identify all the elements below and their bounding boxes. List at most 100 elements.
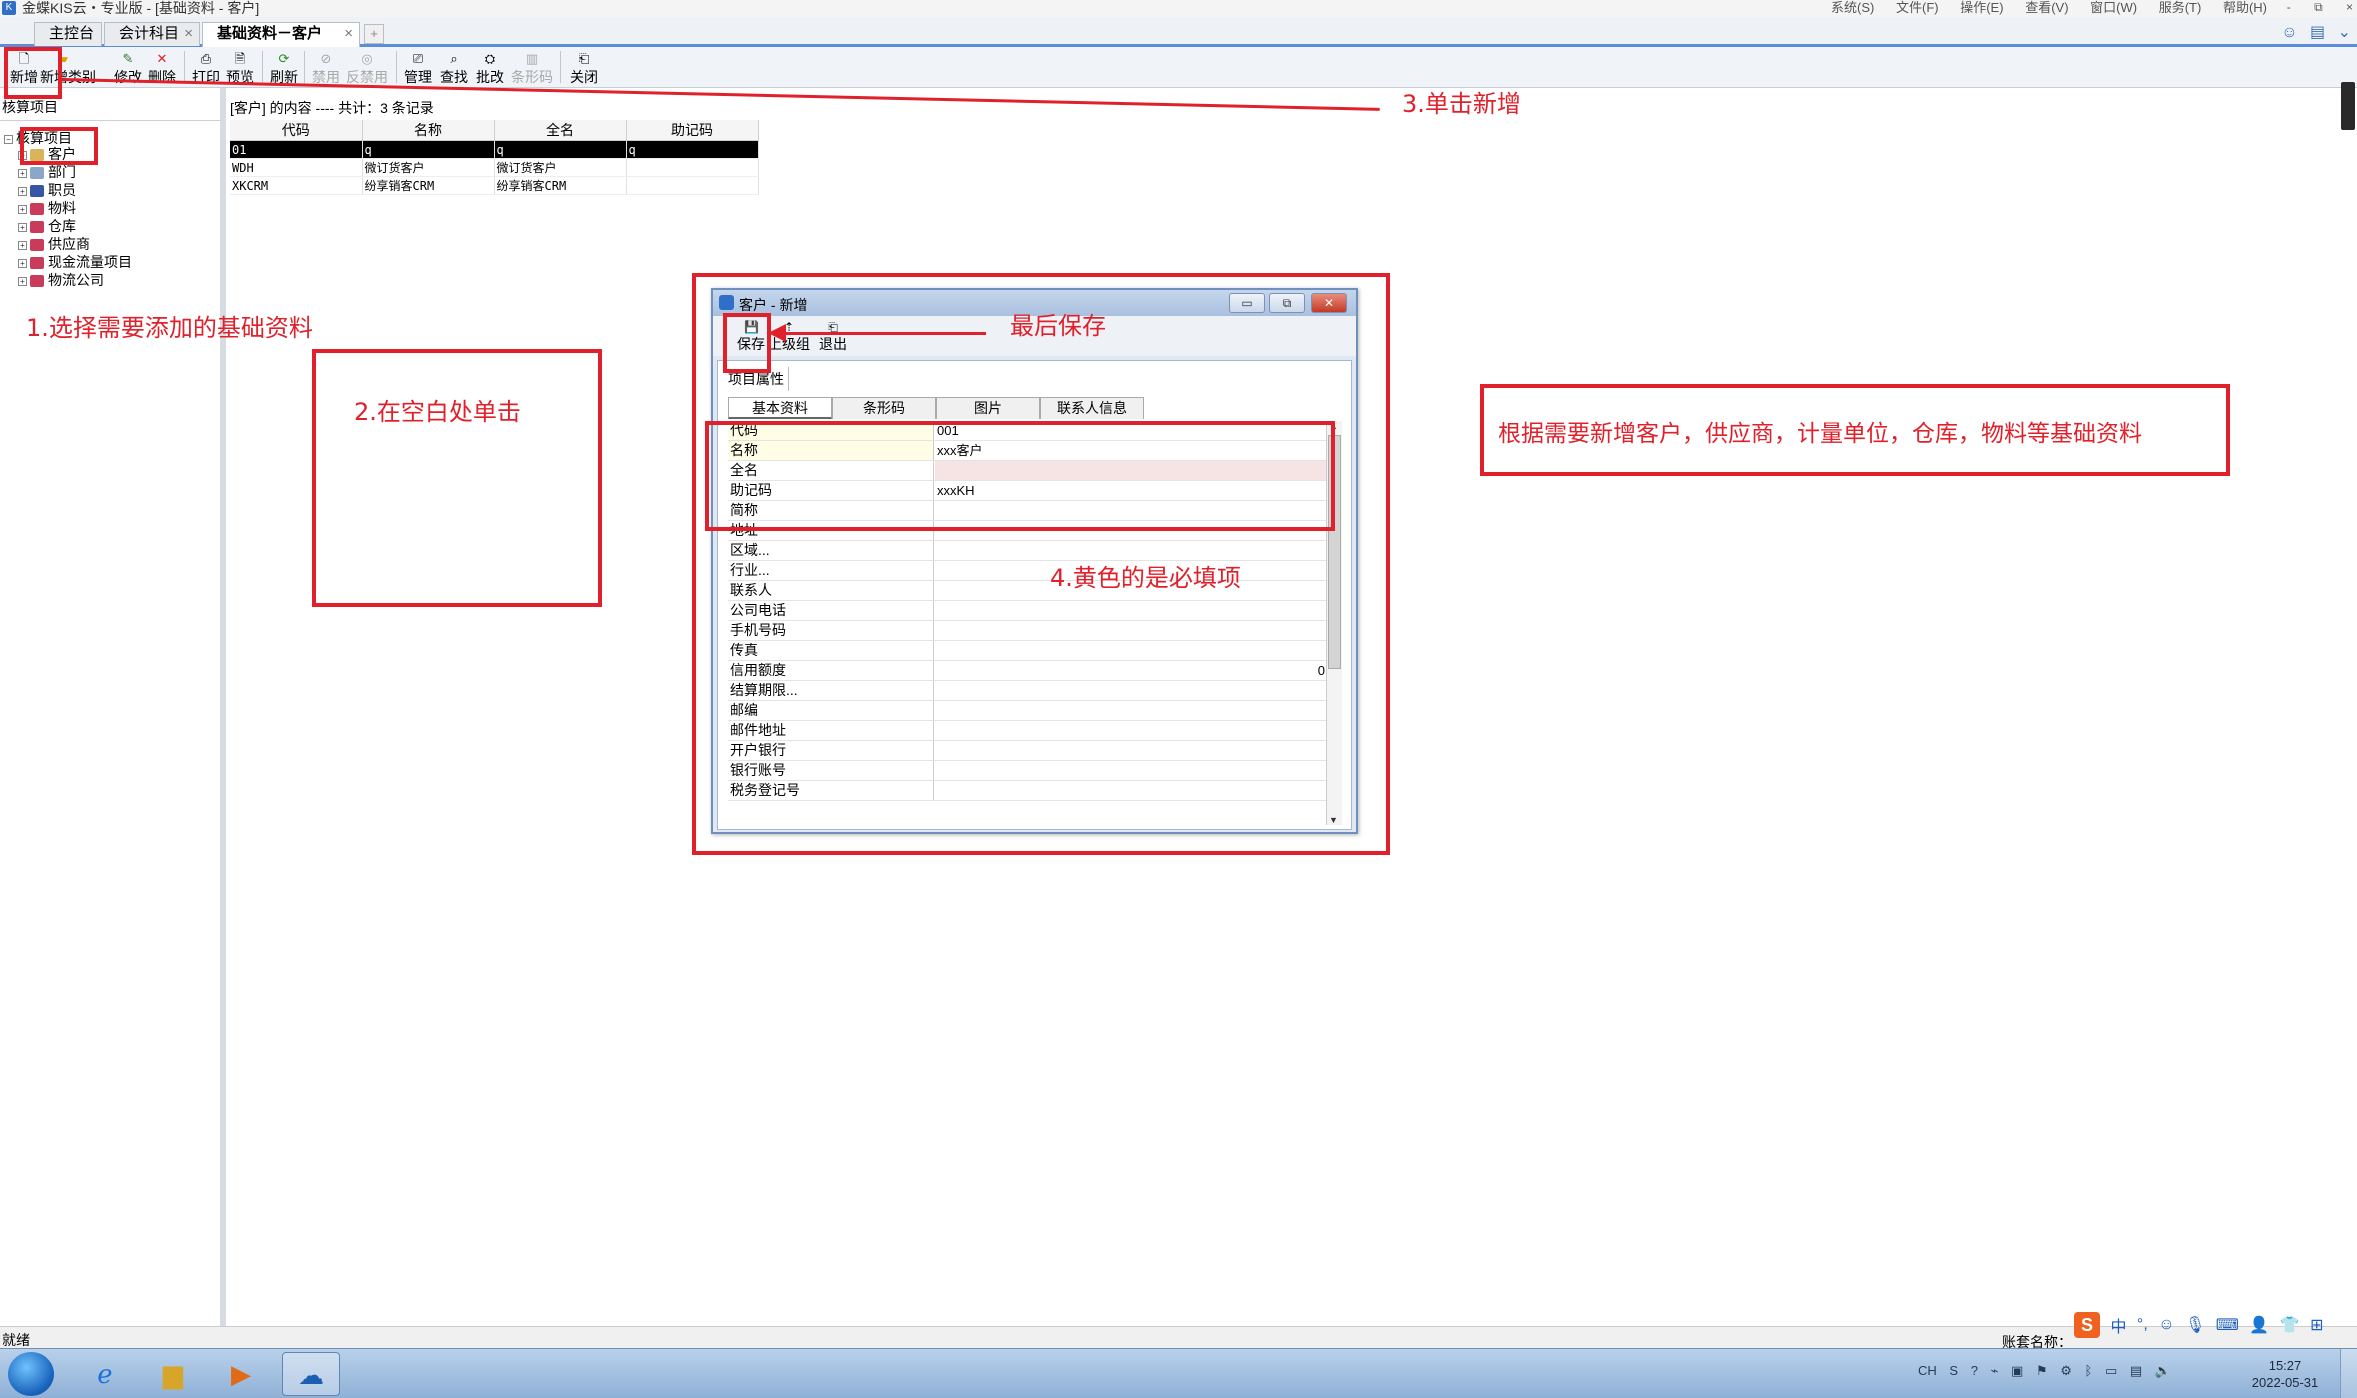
kis-cloud-app-icon[interactable]: ☁ <box>282 1352 340 1396</box>
supplier-icon <box>30 239 44 252</box>
warehouse-icon <box>30 221 44 234</box>
scrollbar-grip[interactable] <box>2341 82 2355 130</box>
expand-icon[interactable]: + <box>18 222 27 232</box>
manage-button[interactable]: ⎚ 管理 <box>400 49 436 87</box>
file-explorer-icon[interactable]: ▆ <box>144 1352 202 1396</box>
clock-date: 2022-05-31 <box>2251 1375 2319 1390</box>
expand-icon[interactable]: + <box>18 168 27 178</box>
start-button[interactable] <box>8 1352 54 1396</box>
language-indicator[interactable]: CH <box>1918 1363 1937 1378</box>
tree-item-label: 部门 <box>48 164 76 180</box>
menu-window[interactable]: 窗口(W) <box>2090 0 2137 15</box>
refresh-button[interactable]: ⟳ 刷新 <box>266 49 302 87</box>
skin-icon[interactable]: 👕 <box>2280 1317 2300 1334</box>
tree-item-label: 现金流量项目 <box>48 254 132 270</box>
clock[interactable]: 15:27 2022-05-31 <box>2240 1357 2330 1391</box>
tree-item-employee[interactable]: + 职员 <box>18 182 76 199</box>
minimize-button[interactable]: - <box>2287 0 2291 14</box>
expand-icon[interactable]: + <box>18 240 27 250</box>
disable-button[interactable]: ⊘ 禁用 <box>308 49 344 87</box>
annotation-step2: 2.在空白处单击 <box>354 398 521 426</box>
column-header[interactable]: 全名 <box>494 120 627 141</box>
tree-item-cashflow[interactable]: + 现金流量项目 <box>18 254 132 271</box>
tree-item-department[interactable]: + 部门 <box>18 164 76 181</box>
tree-item-material[interactable]: + 物料 <box>18 200 76 217</box>
menu-operate[interactable]: 操作(E) <box>1960 0 2003 15</box>
ime-toolbar: S 中 °, ☺ 🎙 ⌨ 👤 👕 ⊞ <box>2074 1312 2329 1338</box>
table-row[interactable]: 01 q q q <box>230 140 759 159</box>
expand-icon[interactable]: + <box>18 186 27 196</box>
table-row[interactable]: XKCRM 纷享销客CRM 纷享销客CRM <box>230 176 759 195</box>
help-icon[interactable]: ? <box>1971 1363 1978 1378</box>
find-button[interactable]: ⌕ 查找 <box>436 49 472 87</box>
add-tab-button[interactable]: + <box>364 24 384 44</box>
volume-icon[interactable]: 🔈 <box>2155 1363 2171 1378</box>
media-player-icon[interactable]: ▶ <box>212 1352 270 1396</box>
grid-icon[interactable]: ⊞ <box>2310 1317 2323 1334</box>
punctuation-icon[interactable]: °, <box>2137 1316 2148 1333</box>
chevron-down-icon[interactable]: ⌄ <box>2338 24 2351 41</box>
cashflow-icon <box>30 257 44 270</box>
message-icon[interactable]: ▤ <box>2310 24 2325 41</box>
bluetooth-icon[interactable]: ᛒ <box>2085 1363 2093 1378</box>
delete-icon: ✕ <box>156 51 168 66</box>
menu-help[interactable]: 帮助(H) <box>2223 0 2267 15</box>
sogou-logo-icon[interactable]: S <box>2074 1312 2100 1338</box>
tree-item-supplier[interactable]: + 供应商 <box>18 236 90 253</box>
batch-edit-button[interactable]: ⛭ 批改 <box>472 49 508 87</box>
tree-item-warehouse[interactable]: + 仓库 <box>18 218 76 235</box>
annotation-step4: 4.黄色的是必填项 <box>1050 564 1241 592</box>
tab-close-icon[interactable]: × <box>184 23 193 45</box>
tab-accounts[interactable]: 会计科目 × <box>104 22 200 46</box>
user-icon[interactable]: 👤 <box>2249 1317 2269 1334</box>
toolbar-separator <box>396 51 397 83</box>
menu-system[interactable]: 系统(S) <box>1831 0 1874 15</box>
tab-customer[interactable]: 基础资料－客户 × <box>202 22 360 48</box>
column-header[interactable]: 代码 <box>230 120 363 141</box>
ime-mode-toggle[interactable]: 中 <box>2110 1319 2126 1336</box>
column-header[interactable]: 名称 <box>362 120 495 141</box>
menu-service[interactable]: 服务(T) <box>2159 0 2202 15</box>
tab-console[interactable]: 主控台 <box>34 22 102 46</box>
ie-browser-icon[interactable]: ℯ <box>76 1352 134 1396</box>
tree-panel: 核算项目 − 核算项目 + 客户 + 部门 + 职员 + 物料 + 仓库 + 供应商 + 现金流… <box>0 88 226 1326</box>
record-grid[interactable]: 代码 名称 全名 助记码 01 q q q WDH 微订货客户 微订货客户 XK… <box>230 120 759 195</box>
window-controls: - ⧉ × <box>2267 0 2353 15</box>
keyboard-icon[interactable]: ⌨ <box>2216 1317 2239 1334</box>
restore-button[interactable]: ⧉ <box>2314 0 2323 14</box>
menu-file[interactable]: 文件(F) <box>1896 0 1939 15</box>
app-tray-icon[interactable]: ▣ <box>2011 1363 2023 1378</box>
cell-fullname: 纷享销客CRM <box>494 176 627 195</box>
table-row[interactable]: WDH 微订货客户 微订货客户 <box>230 158 759 177</box>
highlight-new-button <box>4 47 62 99</box>
department-icon <box>30 167 44 180</box>
toolbar-separator <box>262 51 263 83</box>
enable-button[interactable]: ◎ 反禁用 <box>344 49 390 87</box>
smiley-icon[interactable]: ☺ <box>2281 24 2297 41</box>
system-tray: CH S ? ⌁ ▣ ⚑ ⚙ ᛒ ▭ ▤ 🔈 <box>1918 1363 2180 1379</box>
menu-view[interactable]: 查看(V) <box>2025 0 2068 15</box>
main-toolbar: 🗋 新增 ▰ 新增类别 ✎ 修改 ✕ 删除 ⎙ 打印 🗎 预览 ⟳ 刷新 ⊘ 禁… <box>0 47 2357 88</box>
usb-icon[interactable]: ⌁ <box>1991 1363 1999 1378</box>
expand-icon[interactable]: + <box>18 204 27 214</box>
column-header[interactable]: 助记码 <box>626 120 759 141</box>
close-button[interactable]: ⎗ 关闭 <box>566 49 602 87</box>
show-desktop-button[interactable] <box>2340 1349 2357 1398</box>
collapse-icon[interactable]: − <box>4 134 13 144</box>
tab-close-icon[interactable]: × <box>344 23 353 45</box>
microphone-icon[interactable]: 🎙 <box>2185 1317 2205 1334</box>
preview-icon: 🗎 <box>234 51 246 66</box>
batch-edit-icon: ⛭ <box>484 51 496 66</box>
cell-name: 微订货客户 <box>362 158 495 177</box>
expand-icon[interactable]: + <box>18 276 27 286</box>
expand-icon[interactable]: + <box>18 258 27 268</box>
emoji-icon[interactable]: ☺ <box>2158 1316 2174 1333</box>
display-icon[interactable]: ▭ <box>2105 1363 2117 1378</box>
tree-item-logistics[interactable]: + 物流公司 <box>18 272 104 289</box>
barcode-button[interactable]: ▥ 条形码 <box>510 49 554 87</box>
sogou-tray-icon[interactable]: S <box>1949 1363 1958 1378</box>
network-tool-icon[interactable]: ⚙ <box>2060 1363 2072 1378</box>
flag-icon[interactable]: ⚑ <box>2036 1363 2048 1378</box>
close-button[interactable]: × <box>2346 0 2353 14</box>
network-icon[interactable]: ▤ <box>2130 1363 2142 1378</box>
